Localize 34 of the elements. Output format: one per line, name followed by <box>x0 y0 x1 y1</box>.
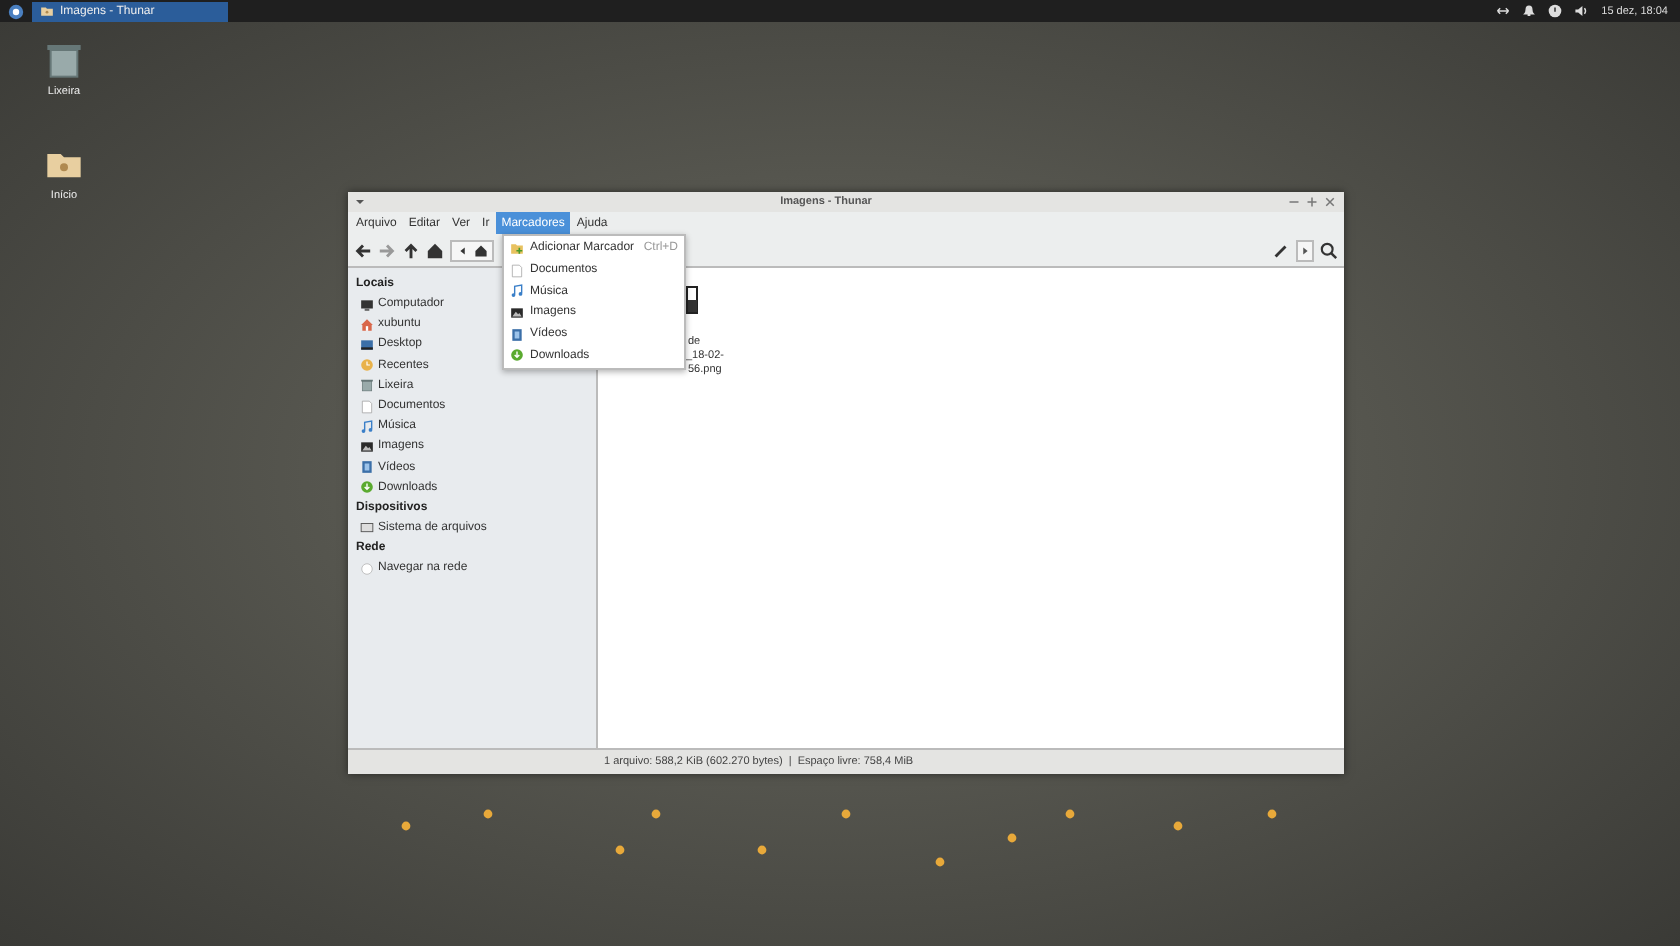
folder-icon <box>40 4 54 18</box>
trash-icon[interactable] <box>44 40 84 80</box>
desktop-icon <box>360 337 374 352</box>
music-note-icon <box>510 284 524 299</box>
document-icon <box>510 263 524 278</box>
home-icon[interactable] <box>426 241 444 259</box>
close-icon[interactable] <box>1324 196 1336 208</box>
maximize-icon[interactable] <box>1306 196 1318 208</box>
home-icon <box>360 317 374 332</box>
app-menu-icon[interactable] <box>8 3 24 19</box>
volume-icon[interactable] <box>1573 4 1588 18</box>
image-icon <box>360 439 374 454</box>
monitor-icon <box>360 297 374 312</box>
download-icon <box>510 348 524 363</box>
search-icon[interactable] <box>1320 241 1338 259</box>
film-icon <box>510 327 524 342</box>
phone-icon[interactable] <box>686 284 698 316</box>
up-arrow-icon[interactable] <box>402 241 420 259</box>
home-icon[interactable] <box>474 243 488 257</box>
document-icon <box>360 399 374 414</box>
left-caret-icon[interactable] <box>456 243 470 257</box>
trash-icon <box>360 378 374 393</box>
film-icon <box>360 460 374 475</box>
folder-plus-icon <box>510 241 524 256</box>
drive-icon <box>360 520 374 535</box>
image-icon <box>510 305 524 320</box>
clock-icon <box>360 358 374 373</box>
back-arrow-icon[interactable] <box>354 241 372 259</box>
download-icon <box>360 480 374 495</box>
pencil-icon[interactable] <box>1272 241 1290 259</box>
right-caret-icon[interactable] <box>1296 239 1314 261</box>
power-icon[interactable] <box>1547 4 1562 18</box>
bell-icon[interactable] <box>1521 4 1536 18</box>
music-note-icon <box>360 419 374 434</box>
